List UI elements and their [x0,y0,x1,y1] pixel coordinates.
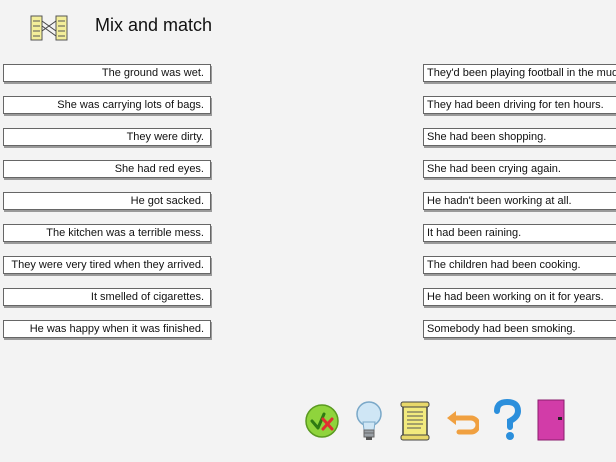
right-item[interactable]: Somebody had been smoking. [423,320,616,338]
left-item[interactable]: The ground was wet. [3,64,211,82]
left-item[interactable]: They were dirty. [3,128,211,146]
question-mark-icon [494,398,522,440]
help-button[interactable] [489,398,525,444]
left-item[interactable]: She had red eyes. [3,160,211,178]
right-item[interactable]: He hadn't been working at all. [423,192,616,210]
reset-button[interactable] [443,398,479,444]
right-item[interactable]: He had been working on it for years. [423,288,616,306]
left-item[interactable]: He was happy when it was finished. [3,320,211,338]
right-item[interactable]: She had been shopping. [423,128,616,146]
hint-button[interactable] [351,398,387,444]
scroll-icon [400,401,430,441]
right-item[interactable]: The children had been cooking. [423,256,616,274]
page-title: Mix and match [95,15,213,35]
right-item[interactable]: She had been crying again. [423,160,616,178]
left-item[interactable]: They were very tired when they arrived. [3,256,211,274]
left-item[interactable]: The kitchen was a terrible mess. [3,224,211,242]
left-item[interactable]: It smelled of cigarettes. [3,288,211,306]
left-item[interactable]: She was carrying lots of bags. [3,96,211,114]
lightbulb-icon [356,401,382,440]
check-answers-button[interactable] [304,398,340,444]
door-icon [537,399,565,441]
instructions-button[interactable] [397,398,433,444]
right-item[interactable]: It had been raining. [423,224,616,242]
exit-button[interactable] [536,398,572,444]
right-item[interactable]: They'd been playing football in the mud. [423,64,616,82]
right-item[interactable]: They had been driving for ten hours. [423,96,616,114]
matching-columns-icon [30,14,68,42]
undo-arrow-icon [447,411,479,435]
left-item[interactable]: He got sacked. [3,192,211,210]
check-cross-icon [305,404,339,438]
